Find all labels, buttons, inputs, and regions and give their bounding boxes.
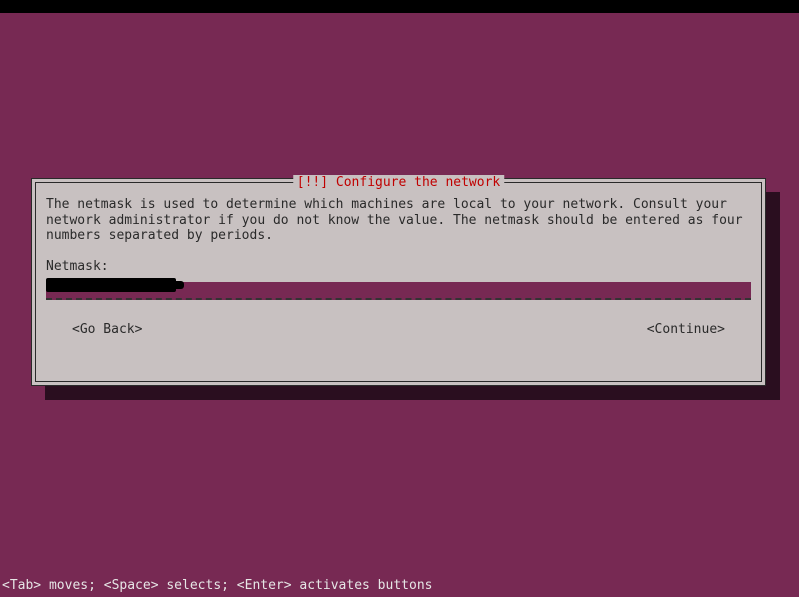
help-bar: <Tab> moves; <Space> selects; <Enter> ac… [2,578,432,593]
input-redacted [46,278,176,292]
dialog-border: [!!] Configure the network The netmask i… [35,182,762,382]
netmask-label: Netmask: [46,259,751,274]
netmask-input[interactable] [46,282,751,300]
dialog-description: The netmask is used to determine which m… [46,197,751,244]
button-row: <Go Back> <Continue> [46,322,751,337]
continue-button[interactable]: <Continue> [647,322,725,337]
go-back-button[interactable]: <Go Back> [72,322,142,337]
dialog-content: The netmask is used to determine which m… [36,183,761,351]
top-border [0,0,799,13]
dialog-title: [!!] Configure the network [293,175,505,190]
configure-network-dialog: [!!] Configure the network The netmask i… [31,178,766,386]
